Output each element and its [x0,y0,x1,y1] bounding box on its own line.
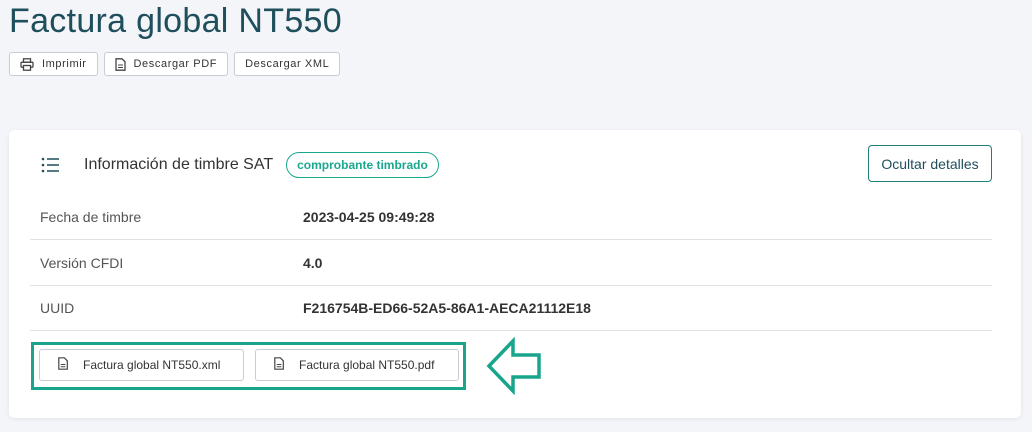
print-button[interactable]: Imprimir [9,52,98,76]
print-button-label: Imprimir [42,58,87,70]
detail-row-cfdi-version: Versión CFDI 4.0 [30,240,992,286]
file-icon [58,357,68,373]
toolbar: Imprimir Descargar PDF Descargar XML [9,52,341,76]
pdf-file-button[interactable]: Factura global NT550.pdf [255,349,459,381]
download-pdf-label: Descargar PDF [133,58,218,70]
download-xml-label: Descargar XML [245,58,330,70]
list-icon [41,157,61,173]
xml-file-button[interactable]: Factura global NT550.xml [39,349,244,381]
document-icon [114,57,126,71]
detail-label: UUID [40,299,75,316]
sat-stamp-card: Información de timbre SAT comprobante ti… [9,130,1021,418]
detail-value: 2023-04-25 09:49:28 [303,208,435,225]
xml-file-label: Factura global NT550.xml [83,358,221,372]
card-header: Información de timbre SAT comprobante ti… [41,152,439,178]
printer-icon [20,57,34,71]
detail-value: 4.0 [303,254,323,271]
detail-value: F216754B-ED66-52A5-86A1-AECA21112E18 [303,299,591,316]
hide-details-button[interactable]: Ocultar detalles [868,145,992,182]
page-title: Factura global NT550 [9,2,342,40]
file-icon [274,357,284,373]
detail-row-uuid: UUID F216754B-ED66-52A5-86A1-AECA21112E1… [30,285,992,331]
detail-label: Versión CFDI [40,254,124,271]
status-badge: comprobante timbrado [286,152,439,178]
detail-label: Fecha de timbre [40,208,142,225]
detail-row-stamp-date: Fecha de timbre 2023-04-25 09:49:28 [30,194,992,240]
pdf-file-label: Factura global NT550.pdf [299,358,435,372]
card-title: Información de timbre SAT [84,156,274,173]
arrow-left-icon [486,336,542,400]
download-xml-button[interactable]: Descargar XML [234,52,341,76]
download-pdf-button[interactable]: Descargar PDF [103,52,229,76]
